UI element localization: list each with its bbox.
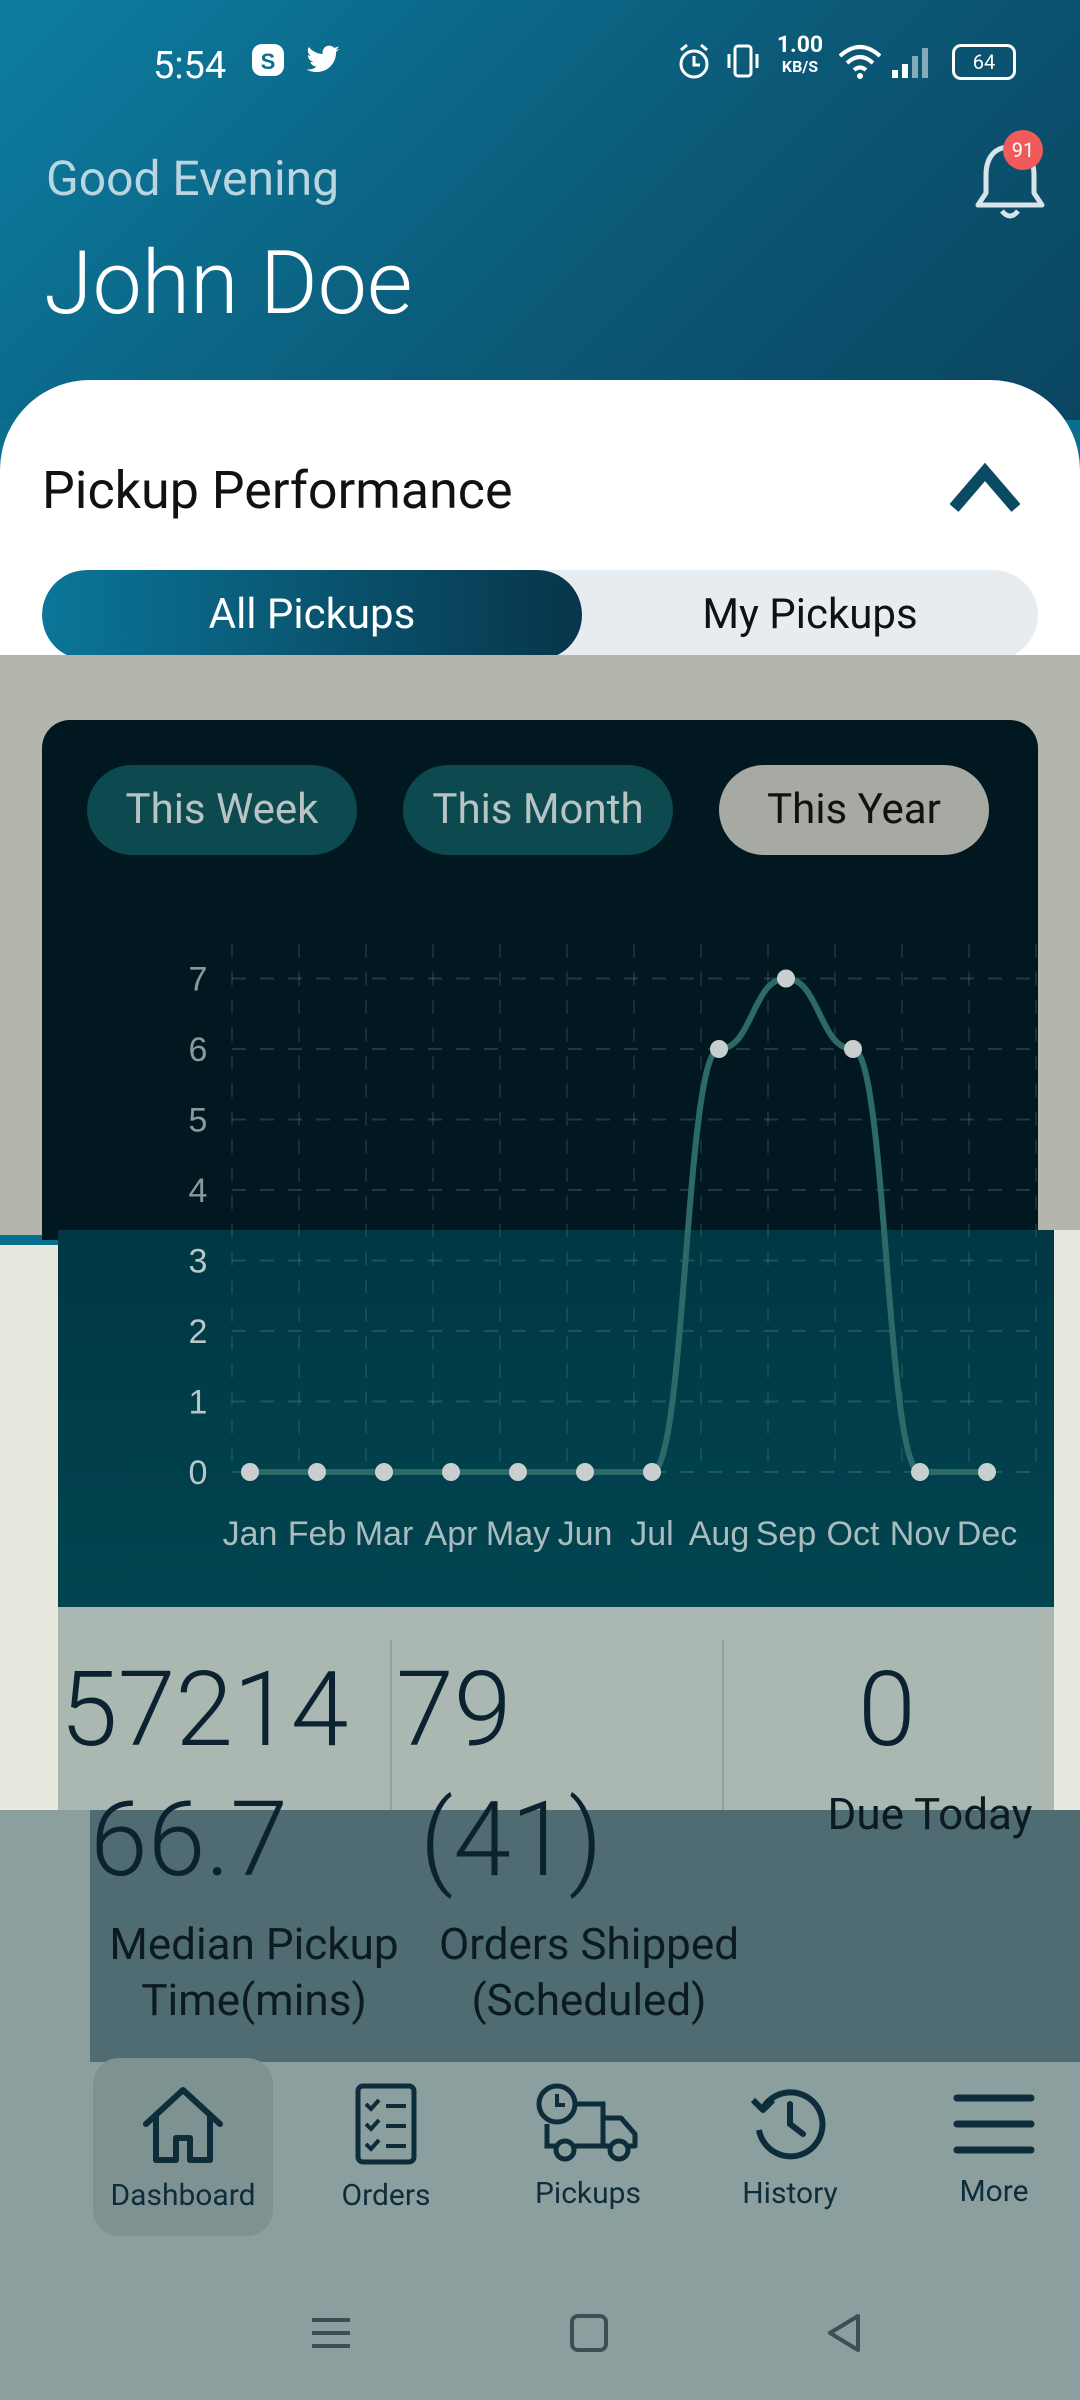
checklist-icon bbox=[355, 2083, 417, 2165]
y-axis-ticks: 0 1 2 3 4 5 6 7 bbox=[189, 961, 208, 1493]
back-icon[interactable] bbox=[822, 2310, 868, 2356]
nav-more[interactable]: More bbox=[904, 2060, 1080, 2235]
data-point bbox=[978, 1463, 996, 1481]
x-tick-label: Nov bbox=[890, 1515, 950, 1553]
nav-orders[interactable]: Orders bbox=[296, 2060, 476, 2235]
x-tick-label: Aug bbox=[689, 1515, 750, 1553]
x-axis-ticks: Jan Feb Mar Apr May Jun Jul Aug Sep Oct Nov Dec bbox=[223, 1515, 1018, 1553]
y-tick-label: 2 bbox=[189, 1313, 208, 1351]
y-tick-label: 0 bbox=[189, 1454, 208, 1492]
x-tick-label: Sep bbox=[756, 1515, 817, 1553]
data-point bbox=[308, 1463, 326, 1481]
nav-more-label: More bbox=[959, 2174, 1029, 2209]
stat-value-1: 57214 bbox=[60, 1650, 349, 1771]
data-point bbox=[375, 1463, 393, 1481]
recent-apps-icon[interactable] bbox=[308, 2310, 354, 2356]
nav-pickups-label: Pickups bbox=[535, 2176, 641, 2211]
orders-shipped-label-line1: Orders Shipped bbox=[438, 1918, 740, 1970]
x-tick-label: Oct bbox=[827, 1515, 880, 1553]
x-tick-label: Feb bbox=[288, 1515, 347, 1553]
home-icon bbox=[143, 2087, 223, 2163]
x-tick-label: Jun bbox=[558, 1515, 613, 1553]
data-point bbox=[844, 1040, 862, 1058]
nav-dashboard[interactable]: Dashboard bbox=[93, 2060, 273, 2235]
history-icon bbox=[750, 2089, 826, 2160]
x-tick-label: May bbox=[486, 1515, 550, 1553]
orders-shipped-value: (41) bbox=[420, 1780, 603, 1901]
home-button-icon[interactable] bbox=[566, 2310, 612, 2356]
median-pickup-label-line1: Median Pickup bbox=[109, 1918, 399, 1970]
nav-pickups[interactable]: Pickups bbox=[498, 2060, 678, 2235]
stat-divider bbox=[722, 1640, 724, 1820]
stat-value-2: 79 bbox=[396, 1650, 512, 1771]
orders-shipped-label-line2: (Scheduled) bbox=[471, 1974, 707, 2026]
x-tick-label: Mar bbox=[355, 1515, 414, 1553]
median-pickup-value: 66.7 bbox=[90, 1780, 288, 1901]
series-line bbox=[250, 975, 987, 1476]
data-point bbox=[643, 1463, 661, 1481]
due-today-label: Due Today bbox=[827, 1788, 1033, 1840]
x-tick-label: Apr bbox=[425, 1515, 478, 1553]
nav-history-label: History bbox=[742, 2176, 838, 2211]
data-point bbox=[911, 1463, 929, 1481]
y-tick-label: 6 bbox=[189, 1031, 208, 1069]
data-point bbox=[576, 1463, 594, 1481]
orders-shipped-label: Orders Shipped (Scheduled) bbox=[424, 1916, 754, 2028]
data-point bbox=[777, 969, 795, 988]
y-tick-label: 7 bbox=[189, 961, 208, 999]
data-point bbox=[509, 1463, 527, 1481]
stat-divider bbox=[390, 1640, 392, 1820]
x-tick-label: Jan bbox=[223, 1515, 278, 1553]
median-pickup-label-line2: Time(mins) bbox=[141, 1974, 367, 2026]
delivery-truck-icon bbox=[536, 2083, 638, 2162]
nav-orders-label: Orders bbox=[341, 2178, 431, 2213]
nav-dashboard-label: Dashboard bbox=[110, 2178, 256, 2213]
y-tick-label: 5 bbox=[189, 1102, 208, 1140]
y-tick-label: 3 bbox=[189, 1243, 208, 1281]
y-tick-label: 1 bbox=[189, 1384, 208, 1422]
nav-history[interactable]: History bbox=[700, 2060, 880, 2235]
y-tick-label: 4 bbox=[189, 1172, 208, 1210]
chart-grid bbox=[231, 943, 1037, 1473]
data-point bbox=[442, 1463, 460, 1481]
stat-value-3: 0 bbox=[858, 1650, 916, 1771]
data-point bbox=[710, 1040, 728, 1058]
menu-icon bbox=[953, 2094, 1035, 2154]
pickup-chart: 0 1 2 3 4 5 6 7 Jan Feb Mar Apr May Jun Jul Aug Sep Oct N… bbox=[189, 943, 1037, 1553]
x-tick-label: Jul bbox=[630, 1515, 673, 1553]
data-point bbox=[241, 1463, 259, 1481]
median-pickup-label: Median Pickup Time(mins) bbox=[94, 1916, 414, 2028]
x-tick-label: Dec bbox=[957, 1515, 1017, 1553]
